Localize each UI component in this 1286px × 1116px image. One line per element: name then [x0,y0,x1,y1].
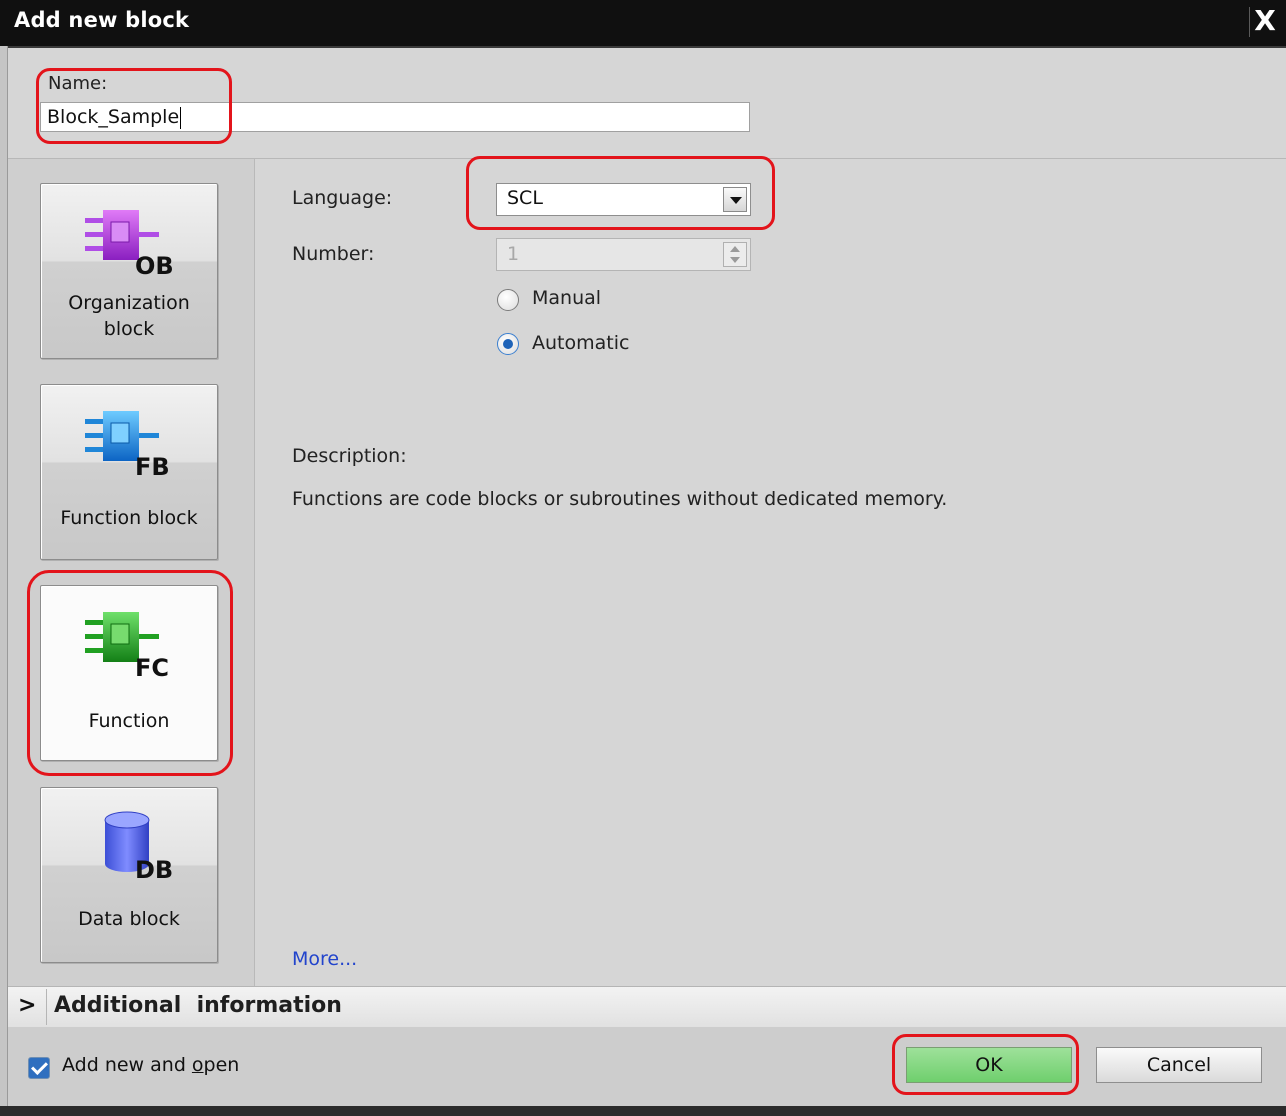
svg-text:OB: OB [135,252,174,276]
label-part-access-key: o [191,1054,204,1076]
radio-manual-label[interactable]: Manual [532,287,601,309]
language-label: Language: [292,187,393,209]
data-block-button[interactable]: DB Data block [40,787,218,963]
additional-information-label: Additional information [54,993,342,1018]
number-stepper: 1 [496,238,751,271]
svg-text:FC: FC [135,654,169,678]
cancel-button[interactable]: Cancel [1096,1047,1262,1083]
block-label-organization: Organization block [68,292,190,340]
radio-automatic[interactable] [497,333,519,355]
db-block-icon: DB [104,811,173,880]
window-bottom-edge [0,1106,1286,1116]
panel-divider [254,158,255,986]
svg-text:FB: FB [135,453,170,477]
bar-separator [46,989,47,1025]
number-value: 1 [507,243,520,265]
close-button[interactable]: X [1249,7,1280,37]
block-label-data-block: Data block [78,908,180,930]
chevron-right-icon[interactable]: > [18,993,36,1018]
description-text: Functions are code blocks or subroutines… [292,488,948,510]
organization-block-button[interactable]: OB Organization block [40,183,218,359]
radio-manual[interactable] [497,289,519,311]
dropdown-arrow-icon[interactable] [723,187,747,212]
language-select[interactable]: SCL [496,183,751,216]
language-value: SCL [507,187,543,209]
add-new-block-dialog: Add new block X Name: Block_Sample OB Or… [0,0,1286,1116]
ok-button[interactable]: OK [906,1047,1072,1083]
function-block-button[interactable]: FB Function block [40,384,218,560]
block-label-function: Function [88,710,170,732]
svg-text:DB: DB [135,856,173,880]
label-part-post: pen [203,1054,240,1076]
number-label: Number: [292,243,375,265]
fb-block-icon: FB [85,411,170,477]
name-input[interactable]: Block_Sample [40,102,750,132]
more-link[interactable]: More... [292,948,357,970]
title-bar: Add new block X [0,0,1286,48]
label-part-pre: Add new and [62,1054,192,1076]
fc-block-icon: FC [85,612,169,678]
window-edge [0,46,8,1106]
description-label: Description: [292,445,407,467]
radio-automatic-label[interactable]: Automatic [532,332,629,354]
dialog-title: Add new block [14,8,190,32]
name-input-value: Block_Sample [47,106,180,128]
stepper-arrows-icon [723,242,747,267]
additional-information-bar[interactable]: > Additional information [8,986,1286,1028]
block-label-function-block: Function block [60,507,198,529]
add-new-and-open-label[interactable]: Add new and open [62,1054,239,1076]
function-button[interactable]: FC Function [40,585,218,761]
ob-block-icon: OB [85,210,174,276]
name-label: Name: [48,73,108,94]
text-caret [180,106,182,129]
add-new-and-open-checkbox[interactable] [28,1057,50,1079]
